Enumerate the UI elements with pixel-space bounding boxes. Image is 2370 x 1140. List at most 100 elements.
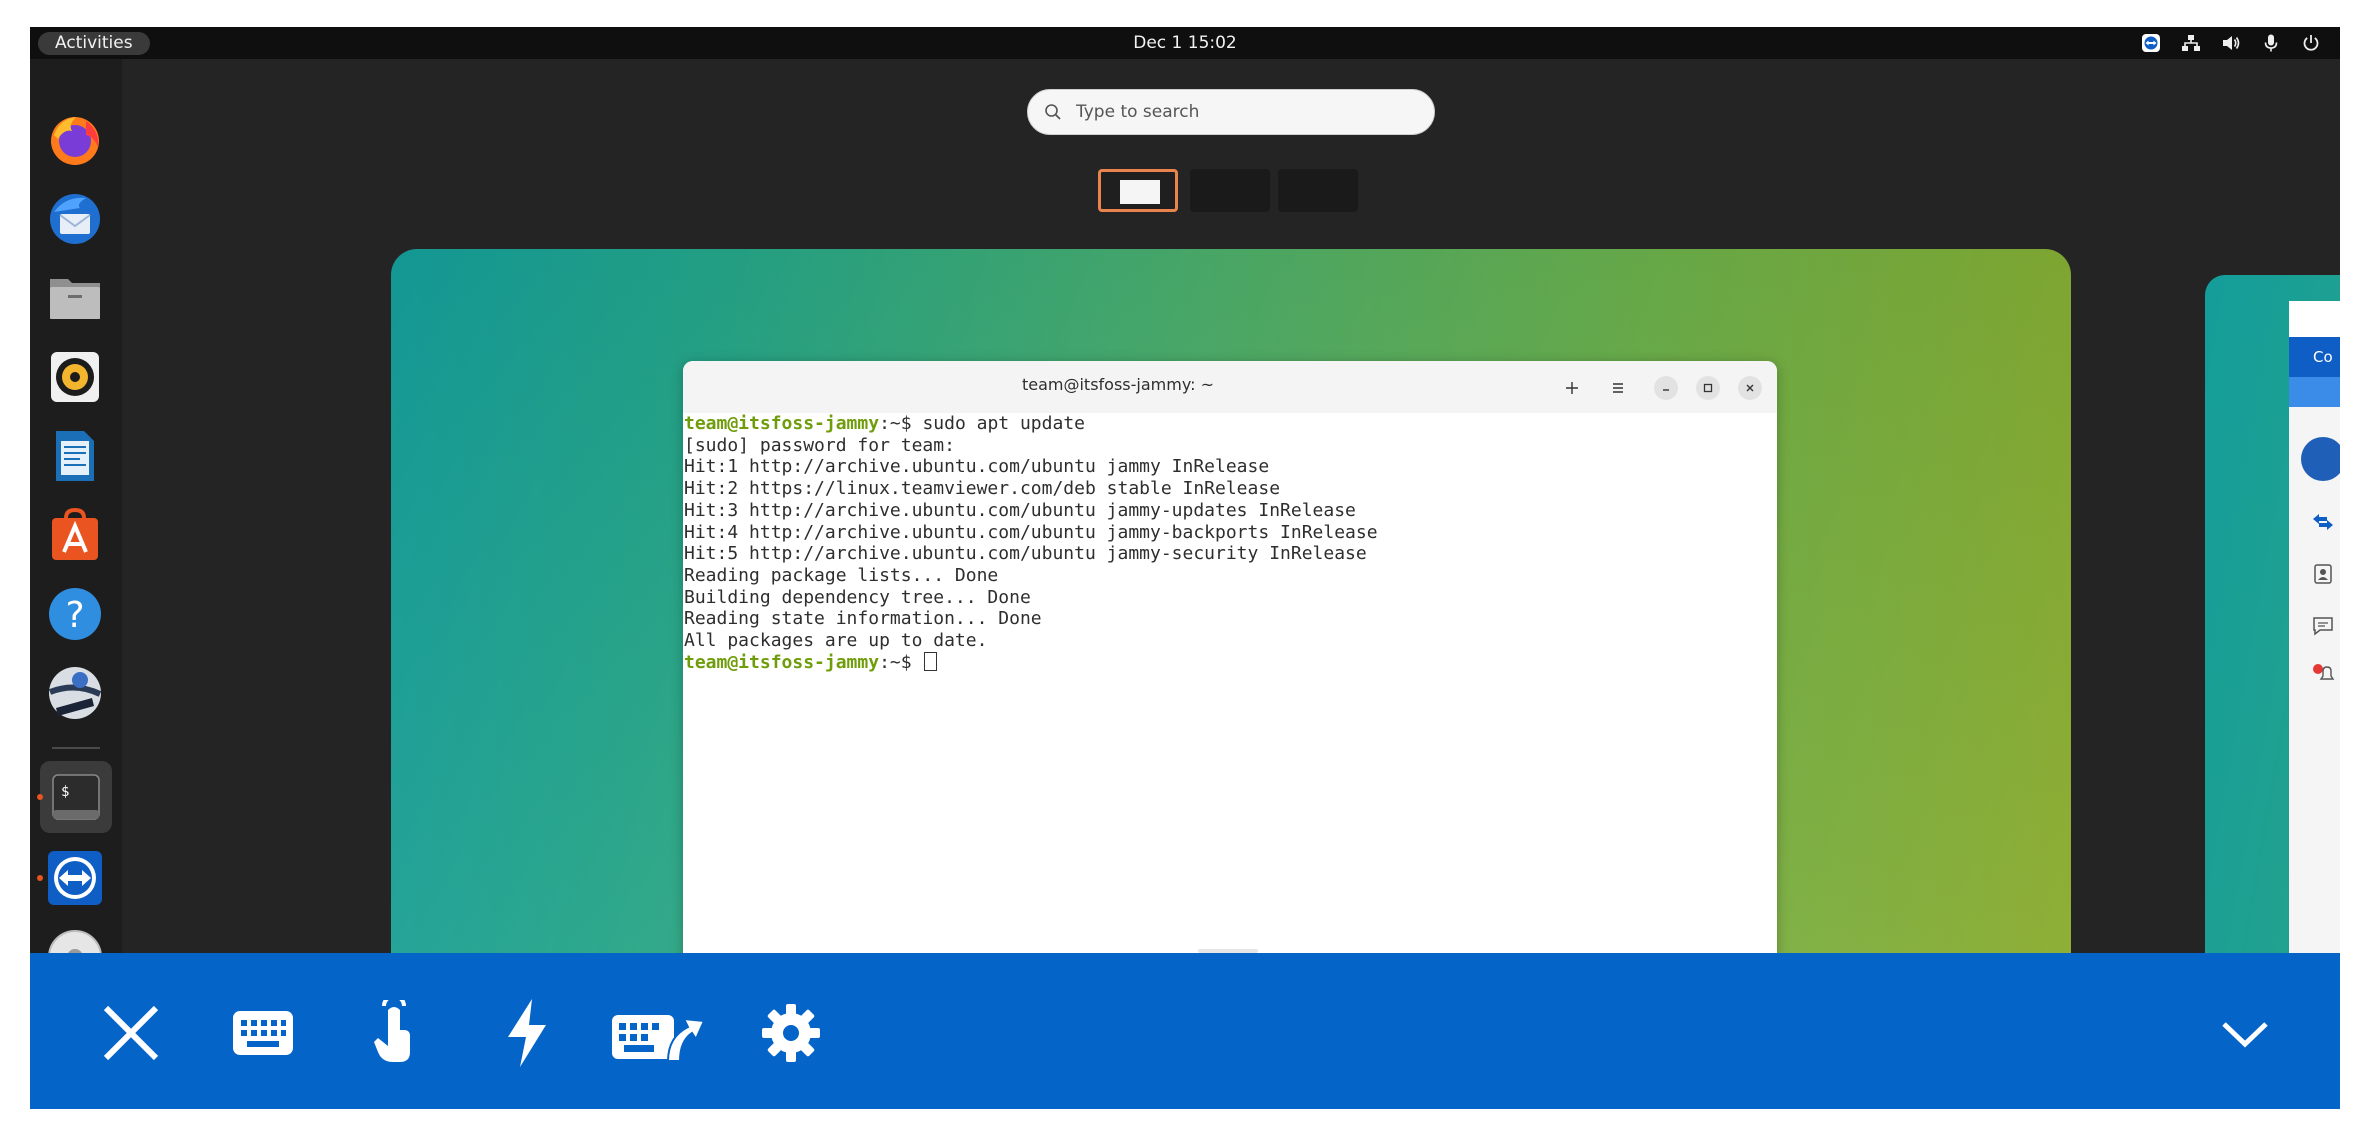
touch-icon (374, 1000, 410, 1062)
dock-separator (52, 747, 100, 749)
plus-icon (1566, 382, 1578, 394)
settings-button[interactable] (756, 998, 826, 1068)
terminal-output[interactable]: team@itsfoss-jammy:~$ sudo apt update [su… (683, 413, 1777, 673)
search-icon (1045, 104, 1061, 120)
maximize-icon (1703, 383, 1713, 393)
new-tab-button[interactable] (1560, 376, 1584, 400)
clock[interactable]: Dec 1 15:02 (1133, 32, 1237, 55)
terminal-window[interactable]: team@itsfoss-jammy: ~ team@itsfoss-jammy… (683, 361, 1777, 989)
terminal-titlebar[interactable]: team@itsfoss-jammy: ~ (683, 361, 1777, 413)
search-bar[interactable] (1027, 89, 1435, 135)
close-session-button[interactable] (96, 998, 166, 1068)
dock-thunderbird[interactable] (46, 190, 104, 248)
chat-icon (2313, 617, 2333, 636)
workspace-thumbnail-2[interactable] (1190, 169, 1270, 212)
prompt-user: team@itsfoss-jammy (684, 413, 880, 434)
send-keys-button[interactable] (608, 998, 708, 1068)
terminal-line: Reading state information... Done (684, 608, 1042, 630)
chevron-down-icon (2222, 1022, 2268, 1048)
terminal-line: Building dependency tree... Done (684, 586, 1031, 608)
minimize-button[interactable] (1654, 376, 1678, 400)
svg-text:?: ? (65, 595, 84, 636)
teamviewer-window[interactable]: Co (2289, 301, 2340, 995)
top-bar: Activities Dec 1 15:02 (30, 27, 2340, 59)
system-tray[interactable] (2140, 31, 2322, 55)
avatar (2301, 437, 2340, 481)
terminal-command: sudo apt update (922, 413, 1085, 434)
window-thumbnail (1120, 180, 1160, 204)
terminal-line: Reading package lists... Done (684, 564, 999, 586)
dock-firefox[interactable] (46, 111, 104, 169)
keyboard-button[interactable] (228, 998, 298, 1068)
help-icon: ? (49, 588, 101, 640)
teamviewer-titlebar (2289, 301, 2340, 337)
files-icon (50, 279, 100, 319)
prompt-path: :~$ (879, 651, 923, 673)
terminal-command-line: team@itsfoss-jammy:~$ sudo apt update (684, 413, 1777, 435)
rhythmbox-icon (51, 352, 99, 402)
gear-icon (762, 1004, 820, 1062)
terminal-icon: $ (52, 774, 100, 820)
workspace-preview-2[interactable]: Co (2205, 275, 2340, 995)
teamviewer-banner: Co (2289, 337, 2340, 377)
send-key-combination-icon (612, 1015, 706, 1062)
openshot-icon (48, 667, 102, 719)
keyboard-icon (233, 1011, 293, 1055)
terminal-line: Hit:5 http://archive.ubuntu.com/ubuntu j… (684, 543, 1367, 565)
activities-button[interactable]: Activities (38, 32, 150, 55)
teamviewer-icon[interactable] (2140, 32, 2162, 54)
actions-button[interactable] (492, 998, 562, 1068)
close-icon (1746, 384, 1754, 392)
firefox-icon (51, 117, 99, 165)
running-indicator (37, 794, 43, 800)
volume-icon[interactable] (2220, 32, 2242, 54)
collapse-toolbar-button[interactable] (2210, 998, 2280, 1068)
dock-help[interactable]: ? (46, 585, 104, 643)
teamviewer-icon (48, 851, 102, 905)
desktop-frame: Activities Dec 1 15:02 ? $ Type to searc… (30, 27, 2340, 1109)
terminal-line: All packages are up to date. (684, 630, 988, 652)
running-indicator (37, 875, 43, 881)
close-button[interactable] (1738, 376, 1762, 400)
thunderbird-icon (50, 194, 100, 244)
lightning-icon (508, 999, 546, 1067)
power-icon[interactable] (2300, 32, 2322, 54)
terminal-line: Hit:2 https://linux.teamviewer.com/deb s… (684, 478, 1281, 500)
hamburger-icon (1613, 383, 1623, 393)
menu-button[interactable] (1606, 376, 1630, 400)
dock-teamviewer[interactable] (46, 849, 104, 907)
workspace-thumbnail-3[interactable] (1278, 169, 1358, 212)
dock-ubuntu-software[interactable] (46, 506, 104, 564)
remote-control-icon (2313, 514, 2333, 530)
minimize-icon (1663, 389, 1669, 391)
contacts-icon (2314, 564, 2332, 584)
workspace-thumbnail-1[interactable] (1098, 169, 1178, 212)
svg-text:$: $ (61, 784, 69, 800)
prompt-user: team@itsfoss-jammy (684, 651, 880, 673)
terminal-prompt-line: team@itsfoss-jammy:~$ (684, 651, 1777, 674)
remote-toolbar (30, 953, 2340, 1109)
microphone-icon[interactable] (2260, 32, 2282, 54)
touch-button[interactable] (360, 998, 430, 1068)
dock-openshot[interactable] (46, 664, 104, 722)
workspace-preview[interactable]: team@itsfoss-jammy: ~ team@itsfoss-jammy… (391, 249, 2071, 989)
text-cursor (924, 651, 938, 671)
terminal-line: Hit:4 http://archive.ubuntu.com/ubuntu j… (684, 521, 1378, 543)
notification-icon (2313, 664, 2335, 680)
search-input[interactable] (1076, 102, 1396, 122)
dock-rhythmbox[interactable] (46, 348, 104, 406)
dock-writer[interactable] (46, 427, 104, 485)
prompt-path: :~$ (879, 413, 923, 434)
dock-terminal[interactable]: $ (40, 761, 112, 833)
software-icon (52, 507, 98, 560)
writer-icon (56, 431, 94, 481)
maximize-button[interactable] (1696, 376, 1720, 400)
close-icon (103, 1005, 159, 1061)
dock-files[interactable] (46, 269, 104, 327)
network-icon[interactable] (2180, 32, 2202, 54)
terminal-line: Hit:3 http://archive.ubuntu.com/ubuntu j… (684, 499, 1356, 521)
teamviewer-subbanner (2289, 377, 2340, 407)
terminal-title: team@itsfoss-jammy: ~ (1021, 375, 1215, 394)
terminal-line: [sudo] password for team: (684, 434, 955, 456)
terminal-line: Hit:1 http://archive.ubuntu.com/ubuntu j… (684, 456, 1270, 478)
